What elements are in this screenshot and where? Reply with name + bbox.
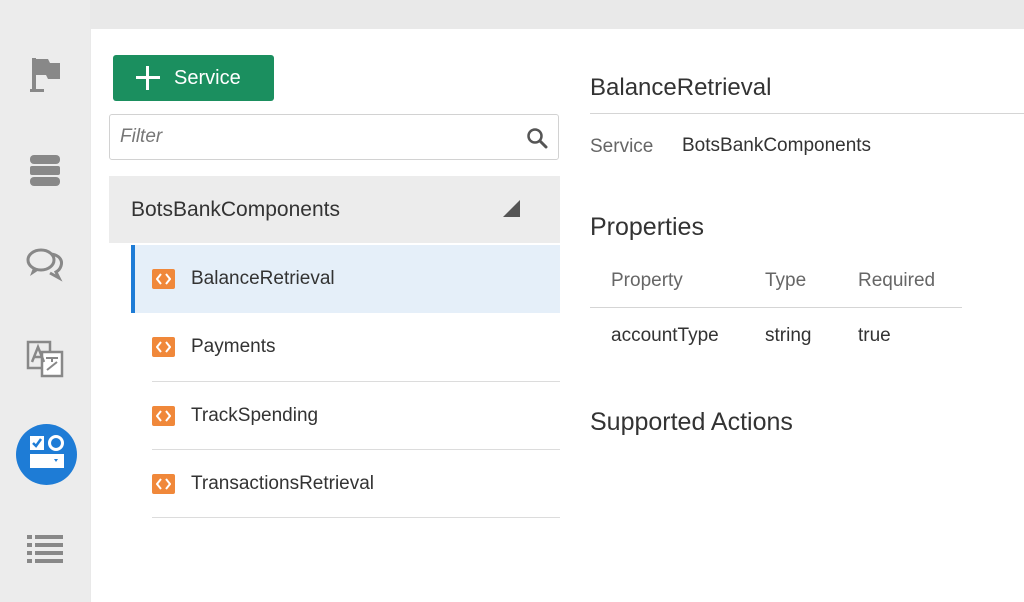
rail-item-components[interactable]: [16, 424, 77, 485]
rail-item-translate[interactable]: [0, 329, 90, 389]
cell-property: accountType: [611, 325, 719, 346]
rail-item-flag[interactable]: [0, 45, 90, 105]
column-header-required: Required: [858, 270, 936, 291]
service-item-label: TransactionsRetrieval: [191, 473, 375, 494]
group-header-botsbankcomponents[interactable]: BotsBankComponents: [109, 176, 560, 243]
service-item-label: Payments: [191, 336, 276, 357]
database-icon: [28, 153, 62, 189]
properties-heading: Properties: [590, 213, 704, 241]
detail-title: BalanceRetrieval: [590, 74, 772, 101]
collapse-triangle-icon[interactable]: [503, 200, 520, 217]
group-name: BotsBankComponents: [131, 197, 340, 221]
filter-field: [109, 114, 559, 160]
add-service-button[interactable]: Service: [113, 55, 274, 101]
chat-icon: [25, 246, 65, 282]
code-icon: [152, 269, 175, 289]
code-icon: [152, 406, 175, 426]
cell-type: string: [765, 325, 812, 346]
list-divider: [152, 517, 560, 518]
add-service-label: Service: [174, 66, 241, 89]
title-divider: [590, 113, 1024, 114]
service-field-label: Service: [590, 136, 654, 157]
list-icon: [26, 533, 64, 565]
column-header-type: Type: [765, 270, 807, 291]
service-item-payments[interactable]: Payments: [131, 313, 560, 381]
flag-icon: [28, 55, 62, 95]
filter-input[interactable]: [110, 115, 510, 159]
rail-item-list[interactable]: [0, 519, 90, 579]
cell-required: true: [858, 325, 891, 346]
service-item-label: TrackSpending: [191, 405, 319, 426]
column-header-property: Property: [611, 270, 683, 291]
rail-item-data[interactable]: [0, 141, 90, 201]
code-icon: [152, 474, 175, 494]
search-icon[interactable]: [526, 127, 548, 154]
rail-item-conversations[interactable]: [0, 234, 90, 294]
plus-icon: [135, 65, 161, 91]
service-item-label: BalanceRetrieval: [191, 268, 335, 289]
code-icon: [152, 337, 175, 357]
service-item-trackspending[interactable]: TrackSpending: [131, 382, 560, 450]
translate-icon: [26, 340, 64, 378]
supported-actions-heading: Supported Actions: [590, 408, 793, 436]
left-rail: [0, 0, 90, 602]
table-header-divider: [590, 307, 962, 308]
service-item-balanceretrieval[interactable]: BalanceRetrieval: [131, 245, 560, 313]
components-icon: [28, 434, 66, 475]
service-item-transactionsretrieval[interactable]: TransactionsRetrieval: [131, 450, 560, 518]
service-field-value: BotsBankComponents: [682, 135, 872, 156]
